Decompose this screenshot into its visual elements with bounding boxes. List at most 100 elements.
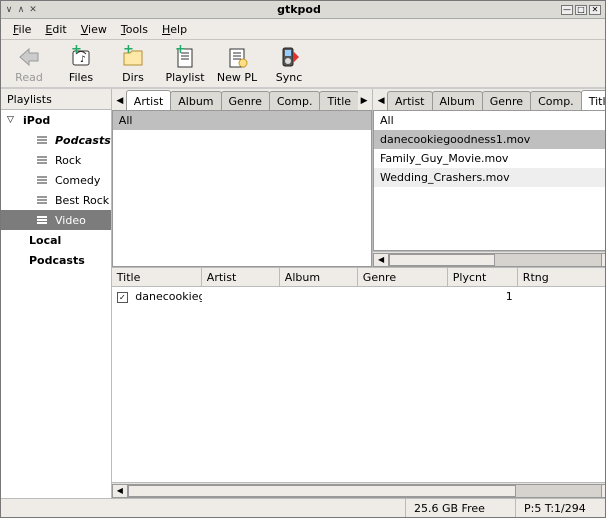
scroll-left-button[interactable]: ◀ xyxy=(112,484,128,498)
window-titlebar: ∨ ∧ ✕ gtkpod — □ ✕ xyxy=(1,1,605,19)
tab-artist[interactable]: Artist xyxy=(126,90,171,110)
status-counts: P:5 T:1/294 xyxy=(515,499,605,517)
track-title: danecookieg xyxy=(135,290,202,303)
menu-file[interactable]: File xyxy=(7,21,37,38)
col-plycnt[interactable]: Plycnt xyxy=(448,268,518,286)
tabbar-right: ◀ Artist Album Genre Comp. Title ▶ xyxy=(373,89,605,111)
filter-row[interactable]: Family_Guy_Movie.mov xyxy=(374,149,605,168)
track-artist xyxy=(202,295,280,299)
toolbar: Read ♪+ Files + Dirs + Playlist New PL S… xyxy=(1,40,605,88)
read-icon xyxy=(15,44,43,70)
list-icon xyxy=(35,133,49,147)
list-icon xyxy=(35,213,49,227)
expander-icon[interactable]: ▽ xyxy=(7,115,17,125)
track-rtng: 0 xyxy=(518,288,605,305)
newpl-button[interactable]: New PL xyxy=(215,44,259,84)
playlist-tree[interactable]: ▽ iPod Podcasts Rock Comedy Best Rock xyxy=(1,110,111,498)
sidebar-item-podcasts2[interactable]: Podcasts xyxy=(1,250,111,270)
maximize-button[interactable]: □ xyxy=(575,5,587,15)
scroll-right-button[interactable]: ◀ xyxy=(601,484,605,498)
playlist-icon: + xyxy=(171,44,199,70)
main-area: Playlists ▽ iPod Podcasts Rock Comedy Be… xyxy=(1,88,605,498)
svg-text:+: + xyxy=(71,45,82,57)
playlist-button[interactable]: + Playlist xyxy=(163,44,207,84)
filter-hscroll[interactable]: ◀ ◀ ▶ xyxy=(373,251,605,267)
list-icon xyxy=(35,153,49,167)
sync-button[interactable]: Sync xyxy=(267,44,311,84)
tabbar-left: ◀ Artist Album Genre Comp. Title ▶ xyxy=(112,89,372,111)
newpl-icon xyxy=(223,44,251,70)
tree-root-ipod[interactable]: ▽ iPod xyxy=(1,110,111,130)
statusbar: 25.6 GB Free P:5 T:1/294 xyxy=(1,498,605,517)
expand-up-icon[interactable]: ∧ xyxy=(17,6,25,14)
minimize-button[interactable]: — xyxy=(561,5,573,15)
filter-all-row[interactable]: All xyxy=(374,111,605,130)
scroll-left-button[interactable]: ◀ xyxy=(373,253,389,267)
track-genre xyxy=(358,295,448,299)
filter-list-right[interactable]: All danecookiegoodness1.mov Family_Guy_M… xyxy=(373,111,605,251)
track-plycnt: 1 xyxy=(448,288,518,305)
tracks-header: Title Artist Album Genre Plycnt Rtng xyxy=(112,268,605,287)
tracks-body[interactable]: ✓ danecookieg 1 0 xyxy=(112,287,605,482)
sidebar-item-rock[interactable]: Rock xyxy=(1,150,111,170)
dirs-button[interactable]: + Dirs xyxy=(111,44,155,84)
collapse-icon[interactable]: ∨ xyxy=(5,6,13,14)
dirs-icon: + xyxy=(119,44,147,70)
tab-comp[interactable]: Comp. xyxy=(269,91,321,110)
status-diskfree: 25.6 GB Free xyxy=(405,499,515,517)
close-x-icon[interactable]: ✕ xyxy=(29,6,37,14)
close-button[interactable]: ✕ xyxy=(589,5,601,15)
filter-panes: ◀ Artist Album Genre Comp. Title ▶ All xyxy=(112,89,605,267)
tracks-pane: Title Artist Album Genre Plycnt Rtng ✓ d… xyxy=(112,267,605,498)
tab-album[interactable]: Album xyxy=(170,91,221,110)
sidebar-item-bestrock[interactable]: Best Rock xyxy=(1,190,111,210)
tab-comp-r[interactable]: Comp. xyxy=(530,91,582,110)
sidebar-item-video[interactable]: Video xyxy=(1,210,111,230)
tabs-scroll-left[interactable]: ◀ xyxy=(375,92,387,110)
sidebar-item-podcasts[interactable]: Podcasts xyxy=(1,130,111,150)
tab-title-r[interactable]: Title xyxy=(581,90,605,110)
filter-pane-left: ◀ Artist Album Genre Comp. Title ▶ All xyxy=(112,89,372,267)
menu-tools[interactable]: Tools xyxy=(115,21,154,38)
svg-text:+: + xyxy=(175,45,186,57)
sidebar: Playlists ▽ iPod Podcasts Rock Comedy Be… xyxy=(1,89,112,498)
filter-all-row[interactable]: All xyxy=(113,111,371,130)
col-rtng[interactable]: Rtng xyxy=(518,268,605,286)
list-icon xyxy=(35,173,49,187)
scroll-right-button[interactable]: ◀ xyxy=(601,253,605,267)
ipod-label: iPod xyxy=(23,114,50,127)
track-row[interactable]: ✓ danecookieg 1 0 xyxy=(112,287,605,306)
col-album[interactable]: Album xyxy=(280,268,358,286)
col-genre[interactable]: Genre xyxy=(358,268,448,286)
filter-row[interactable]: danecookiegoodness1.mov xyxy=(374,130,605,149)
tabs-scroll-left[interactable]: ◀ xyxy=(114,92,126,110)
sidebar-header: Playlists xyxy=(1,89,111,110)
tab-genre-r[interactable]: Genre xyxy=(482,91,531,110)
col-title[interactable]: Title xyxy=(112,268,202,286)
menubar: File Edit View Tools Help xyxy=(1,19,605,40)
filter-row[interactable]: Wedding_Crashers.mov xyxy=(374,168,605,187)
svg-text:+: + xyxy=(123,45,134,57)
tab-album-r[interactable]: Album xyxy=(432,91,483,110)
tab-title[interactable]: Title xyxy=(319,91,358,110)
right-panel: ◀ Artist Album Genre Comp. Title ▶ All xyxy=(112,89,605,498)
menu-view[interactable]: View xyxy=(75,21,113,38)
read-button[interactable]: Read xyxy=(7,44,51,84)
track-album xyxy=(280,295,358,299)
window-title: gtkpod xyxy=(41,3,557,16)
tab-genre[interactable]: Genre xyxy=(221,91,270,110)
tabs-scroll-right[interactable]: ▶ xyxy=(358,92,370,110)
track-checkbox[interactable]: ✓ xyxy=(117,292,128,303)
filter-list-left[interactable]: All xyxy=(112,111,372,267)
col-artist[interactable]: Artist xyxy=(202,268,280,286)
sidebar-item-local[interactable]: Local xyxy=(1,230,111,250)
tracks-hscroll[interactable]: ◀ ◀ ▶ xyxy=(112,482,605,498)
files-button[interactable]: ♪+ Files xyxy=(59,44,103,84)
files-icon: ♪+ xyxy=(67,44,95,70)
menu-help[interactable]: Help xyxy=(156,21,193,38)
filter-pane-right: ◀ Artist Album Genre Comp. Title ▶ All d… xyxy=(372,89,605,267)
sidebar-item-comedy[interactable]: Comedy xyxy=(1,170,111,190)
list-icon xyxy=(35,193,49,207)
menu-edit[interactable]: Edit xyxy=(39,21,72,38)
tab-artist-r[interactable]: Artist xyxy=(387,91,432,110)
